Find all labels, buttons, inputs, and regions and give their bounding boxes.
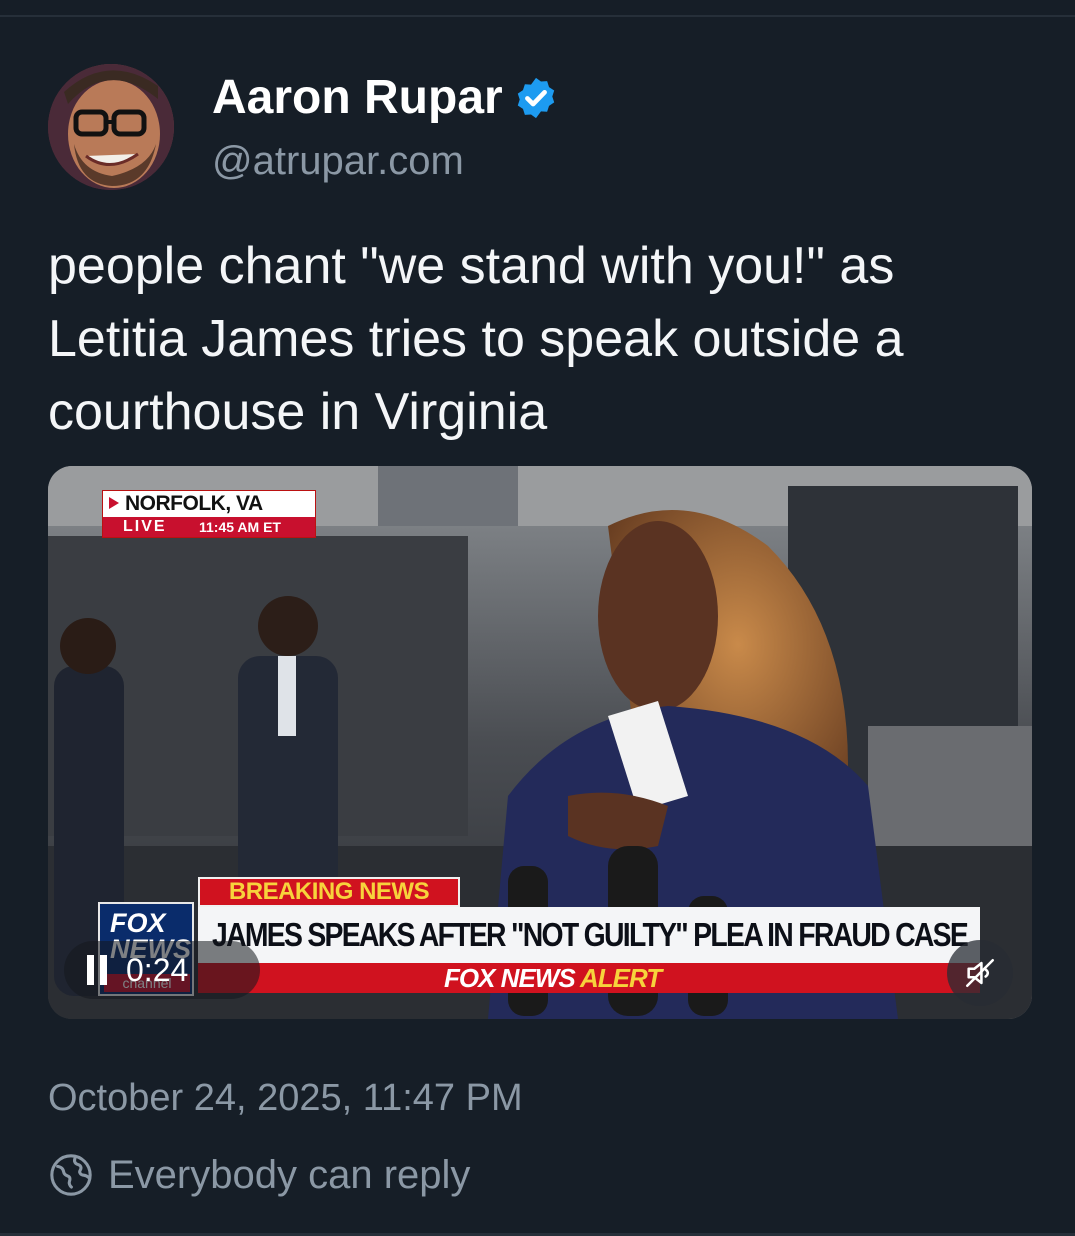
live-label: LIVE: [123, 518, 167, 535]
alert-bar: FOX NEWS ALERT: [198, 963, 980, 993]
reply-setting: Everybody can reply: [48, 1149, 470, 1201]
breaking-news-label: BREAKING NEWS: [198, 877, 460, 907]
live-bar: LIVE 11:45 AM ET: [103, 517, 315, 537]
mute-button[interactable]: [947, 940, 1013, 1006]
playback-control[interactable]: 0:24: [64, 941, 260, 999]
live-time: 11:45 AM ET: [199, 519, 281, 535]
top-divider: [0, 15, 1075, 17]
alert-text: FOX NEWS ALERT: [444, 963, 662, 993]
speaker-muted-icon: [965, 958, 995, 988]
avatar[interactable]: [48, 64, 174, 190]
alert-word: ALERT: [579, 963, 662, 993]
video-time: 0:24: [126, 952, 189, 988]
reply-setting-label: Everybody can reply: [108, 1153, 471, 1197]
post-timestamp[interactable]: October 24, 2025, 11:47 PM: [48, 1074, 523, 1122]
author-name-text: Aaron Rupar: [212, 71, 503, 124]
location-text: NORFOLK, VA: [125, 492, 263, 515]
author-name[interactable]: Aaron Rupar: [212, 70, 559, 126]
headline-text: JAMES SPEAKS AFTER "NOT GUILTY" PLEA IN …: [212, 916, 969, 953]
avatar-photo: [48, 64, 174, 190]
globe-reply-icon: [50, 1154, 92, 1196]
post-text: people chant "we stand with you!" as Let…: [48, 237, 904, 441]
headline-bar: JAMES SPEAKS AFTER "NOT GUILTY" PLEA IN …: [198, 907, 980, 963]
verified-badge-icon: [513, 75, 559, 121]
play-triangle-icon: [109, 497, 119, 509]
alert-brand: FOX NEWS: [444, 963, 576, 993]
location-chyron: NORFOLK, VA LIVE 11:45 AM ET: [102, 490, 316, 538]
video-player[interactable]: NORFOLK, VA LIVE 11:45 AM ET BREAKING NE…: [48, 466, 1032, 1019]
pause-icon[interactable]: [86, 955, 110, 985]
author-handle[interactable]: @atrupar.com: [212, 137, 464, 185]
